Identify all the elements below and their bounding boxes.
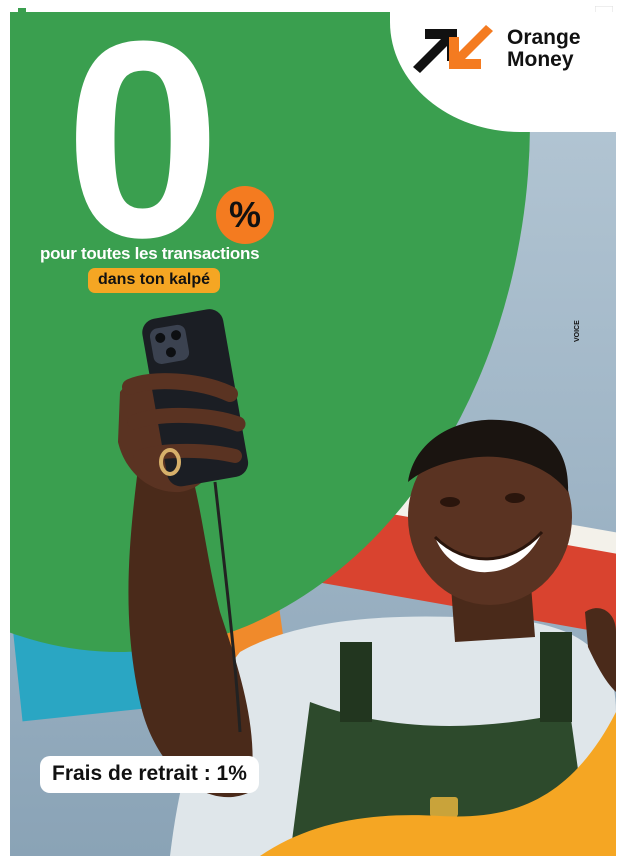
brand-line-1: Orange xyxy=(507,26,581,49)
orange-money-arrows-icon xyxy=(413,25,493,73)
zero-headline: 0 xyxy=(65,12,221,296)
percent-badge: % xyxy=(216,186,274,244)
brand-name: Orange Money xyxy=(507,27,581,71)
side-label: VOICE xyxy=(574,320,581,342)
flyer-page: 0 % pour toutes les transactions dans to… xyxy=(0,0,621,866)
highlight-text: dans ton kalpé xyxy=(88,268,221,293)
brand-line-2: Money xyxy=(507,48,574,71)
tagline-text: pour toutes les transactions xyxy=(40,244,260,263)
poster: 0 % pour toutes les transactions dans to… xyxy=(10,12,616,856)
withdrawal-fee-label: Frais de retrait : 1% xyxy=(40,756,259,793)
orange-money-logo: Orange Money xyxy=(407,21,581,77)
